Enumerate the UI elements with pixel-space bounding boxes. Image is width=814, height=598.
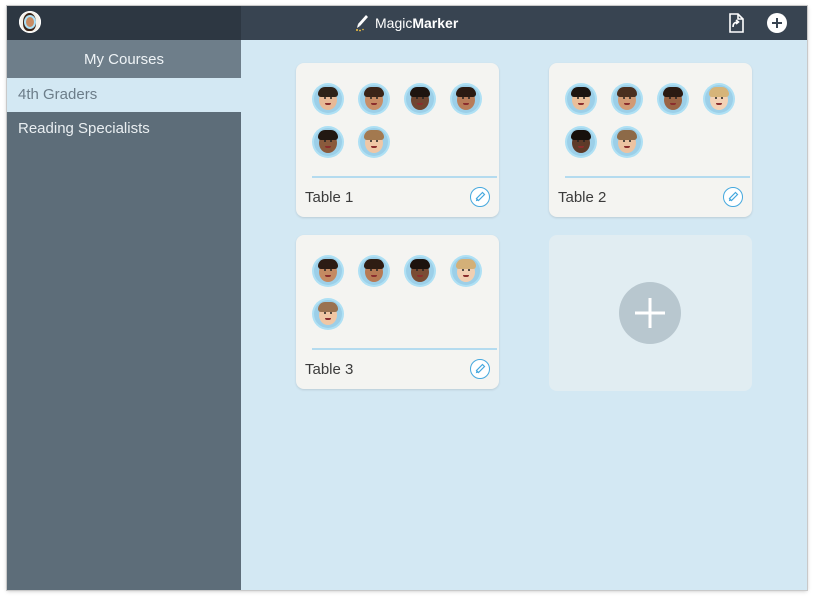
student-avatar[interactable]	[314, 128, 342, 156]
app-logo: MagicMarker	[355, 13, 458, 33]
app-window: MagicMarker My Courses 4th Graders Readi…	[7, 6, 807, 590]
student-avatar[interactable]	[567, 128, 595, 156]
student-avatar[interactable]	[314, 300, 342, 328]
brand-bold: Marker	[412, 15, 459, 31]
student-avatar[interactable]	[613, 85, 641, 113]
student-avatar[interactable]	[567, 85, 595, 113]
card-divider	[312, 176, 497, 178]
brand-name: MagicMarker	[375, 15, 458, 31]
sidebar-item-reading-specialists[interactable]: Reading Specialists	[7, 112, 241, 146]
export-document-icon	[729, 13, 744, 33]
table-card[interactable]: Table 1	[296, 63, 499, 217]
brand-light: Magic	[375, 15, 413, 31]
sidebar-item-4th-graders[interactable]: 4th Graders	[7, 78, 241, 112]
pencil-icon	[475, 191, 486, 202]
sidebar-header: My Courses	[7, 40, 241, 78]
edit-button[interactable]	[470, 187, 490, 207]
user-avatar[interactable]	[19, 11, 41, 33]
student-avatar[interactable]	[613, 128, 641, 156]
add-button[interactable]	[766, 12, 788, 34]
student-avatar[interactable]	[360, 257, 388, 285]
student-avatar[interactable]	[705, 85, 733, 113]
marker-pen-icon	[356, 15, 368, 32]
add-circle-icon	[767, 13, 787, 33]
top-bar: MagicMarker	[7, 6, 807, 40]
table-title: Table 1	[305, 189, 354, 206]
card-divider	[565, 176, 750, 178]
table-card[interactable]: Table 3	[296, 235, 499, 389]
avatar-face	[26, 17, 34, 27]
student-avatar[interactable]	[406, 257, 434, 285]
student-avatar[interactable]	[659, 85, 687, 113]
pencil-icon	[728, 191, 739, 202]
student-avatar[interactable]	[452, 257, 480, 285]
table-card[interactable]: Table 2	[549, 63, 752, 217]
plus-icon	[635, 298, 665, 328]
export-button[interactable]	[725, 12, 747, 34]
table-title: Table 2	[558, 189, 607, 206]
edit-button[interactable]	[470, 359, 490, 379]
student-avatar[interactable]	[314, 257, 342, 285]
student-avatar[interactable]	[314, 85, 342, 113]
edit-button[interactable]	[723, 187, 743, 207]
student-avatar[interactable]	[452, 85, 480, 113]
student-avatar[interactable]	[406, 85, 434, 113]
sidebar: My Courses 4th Graders Reading Specialis…	[7, 40, 241, 590]
add-table-card[interactable]	[549, 235, 752, 391]
card-divider	[312, 348, 497, 350]
table-title: Table 3	[305, 361, 354, 378]
pencil-icon	[475, 363, 486, 374]
add-table-button[interactable]	[619, 282, 681, 344]
student-avatar[interactable]	[360, 85, 388, 113]
top-bar-left	[7, 6, 241, 40]
student-avatar[interactable]	[360, 128, 388, 156]
